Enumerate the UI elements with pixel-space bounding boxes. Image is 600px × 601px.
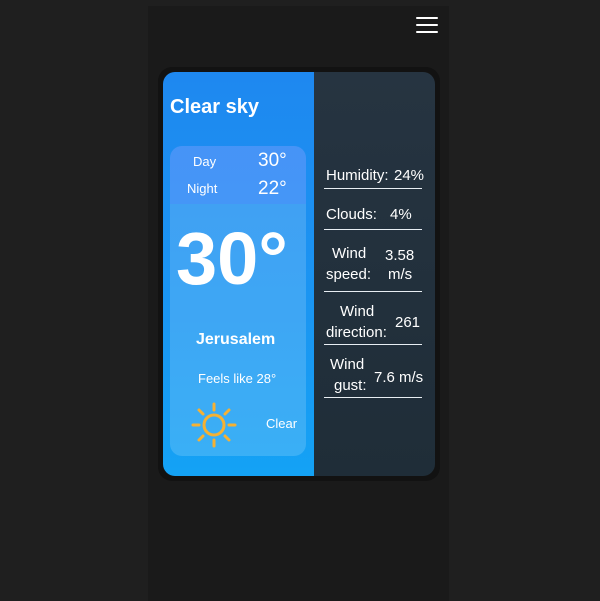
wind-speed-label-line1: Wind (332, 245, 367, 262)
city-name: Jerusalem (196, 331, 276, 348)
clouds-stat: Clouds: 4% (324, 205, 422, 230)
wind-gust-label-line2: gust: (334, 377, 367, 394)
condition-label: Clear (266, 416, 298, 431)
night-temperature: 22° (258, 178, 287, 199)
wind-direction-value: 261 (395, 314, 421, 331)
wind-speed-stat: Wind speed: 3.58 m/s (324, 243, 422, 292)
sun-icon (191, 402, 237, 448)
clouds-value: 4% (390, 206, 412, 223)
weather-title: Clear sky (170, 96, 259, 118)
humidity-label: Humidity: (326, 167, 389, 184)
wind-speed-label-line2: speed: (326, 266, 372, 283)
wind-speed-value-line1: 3.58 (385, 247, 415, 264)
humidity-stat: Humidity: 24% (324, 166, 425, 189)
wind-speed-value-line2: m/s (388, 266, 413, 283)
wind-gust-value: 7.6 m/s (374, 369, 424, 386)
hamburger-menu-icon[interactable] (416, 17, 438, 33)
night-label: Night (187, 181, 218, 196)
wind-gust-label-line1: Wind (330, 356, 365, 373)
humidity-value: 24% (394, 167, 425, 184)
feels-like: Feels like 28° (198, 371, 277, 386)
wind-direction-label-line1: Wind (340, 303, 375, 320)
day-temperature: 30° (258, 150, 287, 171)
current-temperature: 30° (176, 217, 288, 300)
clouds-label: Clouds: (326, 206, 377, 223)
wind-gust-stat: Wind gust: 7.6 m/s (324, 356, 424, 398)
wind-direction-stat: Wind direction: 261 (324, 303, 422, 345)
wind-direction-label-line2: direction: (326, 324, 387, 341)
day-label: Day (193, 154, 217, 169)
